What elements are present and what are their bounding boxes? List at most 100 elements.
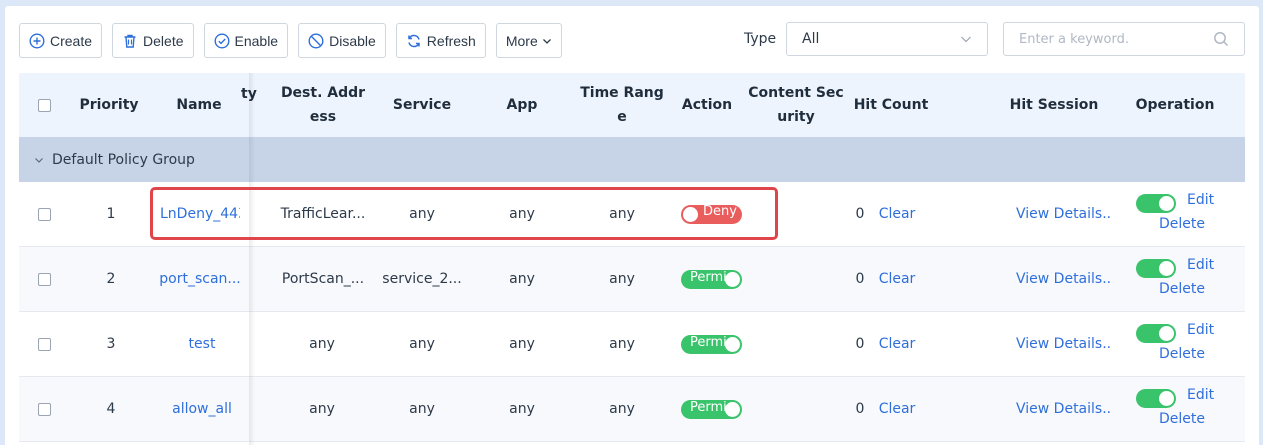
row-priority: 3	[106, 336, 116, 352]
delete-link[interactable]: Delete	[1159, 216, 1205, 232]
view-details-link[interactable]: View Details..	[1016, 377, 1111, 441]
header-time-range[interactable]: Time Rang e	[577, 73, 667, 137]
delete-link[interactable]: Delete	[1159, 281, 1205, 297]
enable-button[interactable]: Enable	[203, 23, 289, 58]
row-dest: any	[309, 401, 335, 417]
table-row: 4 allow_all any any any any Permit 0 Cle…	[19, 377, 1245, 442]
policy-table: Priority Name ty Dest. Addr ess Service …	[19, 73, 1245, 445]
more-label: More	[505, 32, 538, 49]
create-label: Create	[50, 32, 93, 49]
delete-label: Delete	[143, 32, 184, 49]
create-button[interactable]: Create	[19, 23, 103, 58]
toolbar: Create Delete Enable Disable Refresh Mor…	[19, 23, 562, 58]
row-app: any	[509, 336, 535, 352]
enable-toggle[interactable]	[1136, 194, 1176, 213]
row-operations: Edit Delete	[1136, 247, 1245, 311]
enable-toggle[interactable]	[1136, 324, 1176, 343]
edit-link[interactable]: Edit	[1187, 257, 1214, 273]
row-service: any	[409, 401, 435, 417]
row-time-range: any	[609, 336, 635, 352]
row-app: any	[509, 401, 535, 417]
search-box	[1003, 22, 1245, 56]
action-permit-switch[interactable]: Permit	[681, 269, 742, 289]
clear-hit-count-link[interactable]: Clear	[879, 247, 916, 311]
row-action[interactable]: Permit	[681, 247, 742, 311]
refresh-button[interactable]: Refresh	[395, 23, 486, 58]
header-dest-line2: ess	[309, 109, 337, 125]
search-icon[interactable]	[1213, 31, 1229, 47]
clear-hit-count-link[interactable]: Clear	[879, 377, 916, 441]
edit-link[interactable]: Edit	[1187, 192, 1214, 208]
ban-icon	[308, 32, 324, 49]
row-checkbox[interactable]	[37, 207, 51, 221]
row-name-link[interactable]: port_scan...	[159, 247, 241, 311]
row-service: any	[409, 206, 435, 222]
chevron-down-icon	[542, 38, 551, 44]
view-details-link[interactable]: View Details..	[1016, 247, 1111, 311]
row-time-range: any	[609, 271, 635, 287]
view-details-link[interactable]: View Details..	[1016, 312, 1111, 376]
view-details-link[interactable]: View Details..	[1016, 182, 1111, 246]
row-name-link[interactable]: allow_all	[160, 377, 244, 441]
header-service[interactable]: Service	[382, 73, 462, 137]
disable-label: Disable	[329, 32, 376, 49]
row-operations: Edit Delete	[1136, 312, 1245, 376]
action-permit-switch[interactable]: Permit	[681, 399, 742, 419]
header-name[interactable]: Name	[159, 73, 239, 137]
header-action[interactable]: Action	[672, 73, 742, 137]
action-label: Permit	[690, 269, 726, 285]
row-checkbox[interactable]	[37, 337, 51, 351]
clear-hit-count-link[interactable]: Clear	[879, 182, 916, 246]
action-deny-switch[interactable]: Deny	[681, 204, 742, 224]
row-name-link[interactable]: LnDeny_443	[160, 182, 240, 246]
table-header: Priority Name ty Dest. Addr ess Service …	[19, 73, 1245, 137]
policy-group-row[interactable]: Default Policy Group	[19, 137, 1245, 182]
table-row: 1 LnDeny_443 TrafficLear... any any any …	[19, 182, 1245, 247]
header-hit-count[interactable]: Hit Count	[851, 73, 931, 137]
row-dest: TrafficLear...	[280, 206, 366, 222]
search-input[interactable]	[1004, 24, 1213, 54]
table-row: 2 port_scan... PortScan_... service_2...…	[19, 247, 1245, 312]
header-time-line2: e	[617, 109, 627, 125]
row-checkbox[interactable]	[37, 272, 51, 286]
edit-link[interactable]: Edit	[1187, 322, 1214, 338]
row-name-link[interactable]: test	[160, 312, 244, 376]
delete-link[interactable]: Delete	[1159, 346, 1205, 362]
more-button[interactable]: More	[495, 23, 562, 58]
row-checkbox[interactable]	[37, 402, 51, 416]
row-time-range: any	[609, 206, 635, 222]
delete-link[interactable]: Delete	[1159, 411, 1205, 427]
chevron-down-icon[interactable]	[34, 155, 44, 165]
action-permit-switch[interactable]: Permit	[681, 334, 742, 354]
policy-group-label: Default Policy Group	[52, 151, 195, 168]
row-hit-count: 0	[855, 401, 865, 417]
row-dest: PortScan_...	[281, 271, 365, 287]
clear-hit-count-link[interactable]: Clear	[879, 312, 916, 376]
row-operations: Edit Delete	[1136, 377, 1245, 441]
disable-button[interactable]: Disable	[298, 23, 386, 58]
edit-link[interactable]: Edit	[1187, 387, 1214, 403]
row-service: any	[409, 336, 435, 352]
row-priority: 2	[106, 271, 116, 287]
header-app[interactable]: App	[482, 73, 562, 137]
select-all-checkbox[interactable]	[37, 98, 51, 112]
enable-toggle[interactable]	[1136, 389, 1176, 408]
header-select-all	[19, 73, 69, 137]
chevron-down-icon	[961, 36, 971, 43]
row-action[interactable]: Permit	[681, 377, 742, 441]
type-select[interactable]: All	[786, 22, 988, 56]
header-time-line1: Time Rang	[580, 85, 664, 101]
row-action[interactable]: Deny	[681, 182, 742, 246]
header-cs-line1: Content Sec	[748, 85, 844, 101]
header-hit-session[interactable]: Hit Session	[1004, 73, 1104, 137]
header-content-security[interactable]: Content Sec urity	[747, 73, 845, 137]
action-label: Permit	[690, 334, 726, 350]
row-operations: Edit Delete	[1136, 182, 1245, 246]
action-label: Permit	[690, 399, 726, 415]
enable-toggle[interactable]	[1136, 259, 1176, 278]
header-priority[interactable]: Priority	[69, 73, 149, 137]
delete-button[interactable]: Delete	[112, 23, 194, 58]
row-hit-count: 0	[855, 271, 865, 287]
row-action[interactable]: Permit	[681, 312, 742, 376]
header-dest-address[interactable]: Dest. Addr ess	[277, 73, 369, 137]
